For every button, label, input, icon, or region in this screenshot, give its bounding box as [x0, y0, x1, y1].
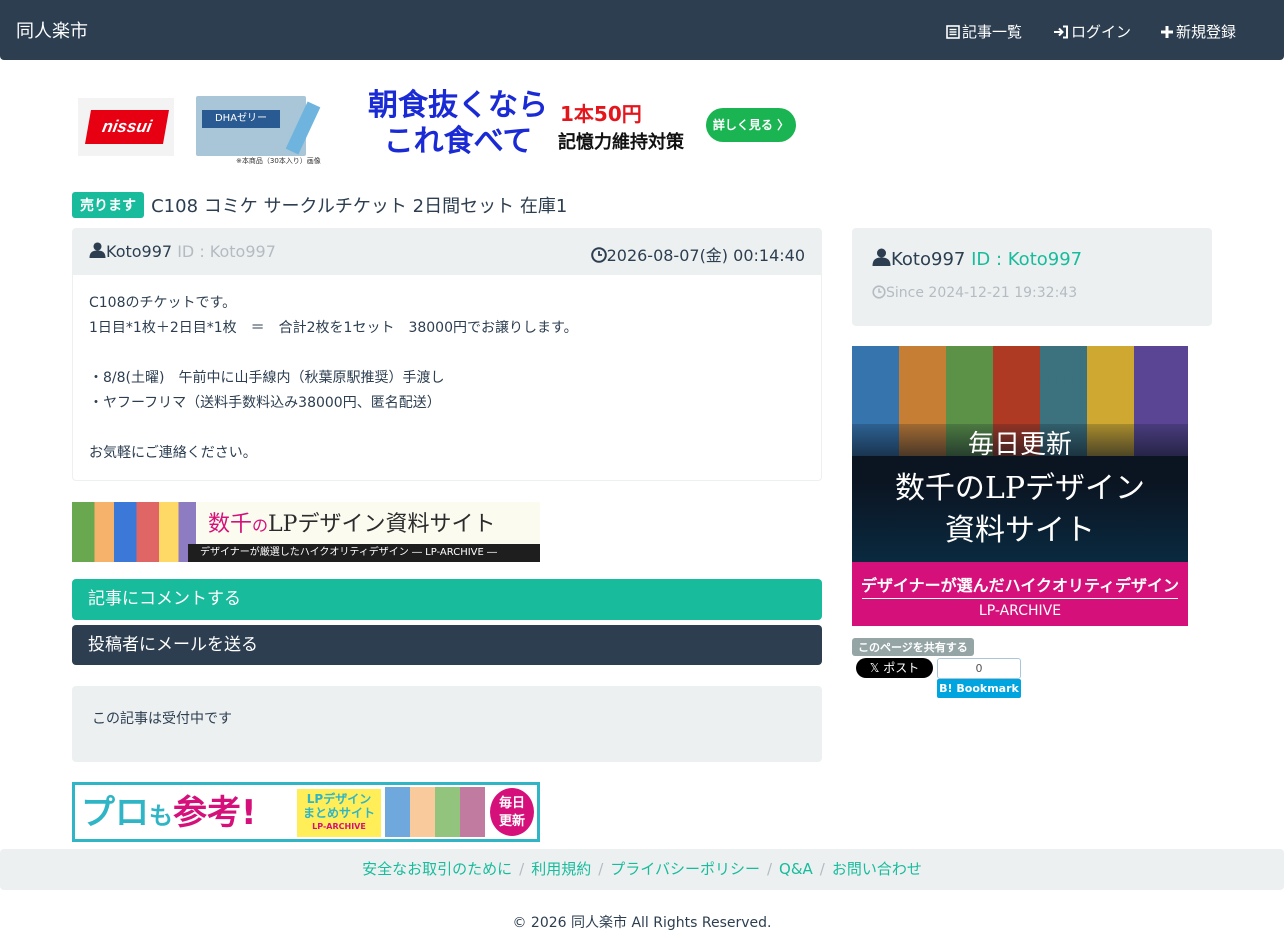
- nav-register-label: 新規登録: [1176, 23, 1237, 41]
- site-brand[interactable]: 同人楽市: [16, 17, 88, 43]
- sidebar-user-id: ID : Koto997: [971, 249, 1083, 270]
- nissui-logo-text: nissui: [85, 110, 169, 144]
- footer-links: 安全なお取引のために / 利用規約 / プライバシーポリシー / Q&A / お問い合わせ: [0, 849, 1284, 890]
- pro-banner-images: [385, 787, 485, 837]
- lp-title-rest: LPデザイン資料サイト: [268, 512, 496, 537]
- post-status: この記事は受付中です: [72, 686, 822, 762]
- sell-badge: 売ります: [72, 192, 144, 218]
- nav-register[interactable]: 新規登録: [1160, 21, 1236, 43]
- user-icon: [872, 248, 891, 270]
- navbar: 同人楽市 記事一覧 ログイン 新規登録: [0, 0, 1284, 60]
- sidebar-ad-line3: 資料サイト: [945, 513, 1095, 548]
- pro-reference-banner[interactable]: プロも参考! LPデザイン まとめサイト LP-ARCHIVE 毎日 更新: [72, 782, 540, 842]
- lp-banner-strip: デザイナーが厳選したハイクオリティデザイン ― LP-ARCHIVE ―: [188, 544, 540, 562]
- sidebar-user-name: Koto997: [891, 249, 966, 270]
- post-body-line: C108のチケットです。: [89, 295, 237, 311]
- post-body-line: お気軽にご連絡ください。: [89, 445, 257, 461]
- nav-login[interactable]: ログイン: [1053, 21, 1131, 43]
- footer-link-safe-trade[interactable]: 安全なお取引のために: [362, 860, 512, 878]
- daily-update-badge: 毎日 更新: [487, 785, 537, 839]
- user-icon: [89, 242, 106, 261]
- sidebar-since-text: Since 2024-12-21 19:32:43: [886, 285, 1078, 301]
- post-body-line: ・ヤフーフリマ（送料手数料込み38000円、匿名配送）: [89, 395, 441, 411]
- post-author[interactable]: Koto997 ID : Koto997: [89, 242, 276, 261]
- sidebar-ad-bottom1: デザイナーが選んだハイクオリティデザイン: [860, 576, 1180, 595]
- hatena-bookmark-button[interactable]: 0 B! Bookmark: [937, 658, 1021, 698]
- nav-article-list-label: 記事一覧: [962, 23, 1023, 41]
- clock-icon: [872, 285, 886, 301]
- ad-subline: 記憶力維持対策: [558, 132, 684, 153]
- post-title-row: 売ります C108 コミケ サークルチケット 2日間セット 在庫1: [72, 192, 567, 218]
- post-date: 2026-08-07(金) 00:14:40: [590, 242, 805, 266]
- footer-separator: /: [598, 860, 604, 878]
- pro-banner-headline: プロも参考!: [81, 785, 257, 834]
- x-post-button[interactable]: 𝕏 ポスト: [856, 658, 933, 678]
- pro-banner-tag: LPデザイン まとめサイト LP-ARCHIVE: [297, 789, 381, 837]
- hatena-count: 0: [937, 658, 1021, 679]
- sidebar-user[interactable]: Koto997 ID : Koto997: [872, 248, 1082, 270]
- plus-icon: [1160, 25, 1174, 43]
- post-body: C108のチケットです。 1日目*1枚＋2日目*1枚 ＝ 合計2枚を1セット 3…: [73, 275, 821, 482]
- pro-text: プロ: [81, 793, 149, 833]
- sidebar-ad-bottom2: LP-ARCHIVE: [978, 603, 1062, 619]
- lp-title-highlight: 数千: [208, 512, 253, 537]
- footer-link-privacy[interactable]: プライバシーポリシー: [610, 860, 760, 878]
- lp-archive-banner[interactable]: 数千のLPデザイン資料サイト デザイナーが厳選したハイクオリティデザイン ― L…: [72, 502, 540, 562]
- lp-thumbnails: [72, 502, 196, 562]
- footer-link-terms[interactable]: 利用規約: [531, 860, 591, 878]
- post-body-line: ・8/8(土曜) 午前中に山手線内（秋葉原駅推奨）手渡し: [89, 370, 445, 386]
- sidebar-ad-main: 数千のLPデザイン 資料サイト: [852, 468, 1188, 552]
- post-title: C108 コミケ サークルチケット 2日間セット 在庫1: [151, 196, 568, 217]
- top-ad-banner[interactable]: nissui DHAゼリー ※本商品（30本入り）画像 朝食抜くなら これ食べて…: [72, 88, 800, 165]
- sidebar-since: Since 2024-12-21 19:32:43: [872, 285, 1077, 301]
- copyright: © 2026 同人楽市 All Rights Reserved.: [512, 915, 772, 931]
- post-date-text: 2026-08-07(金) 00:14:40: [606, 246, 805, 265]
- pro-tag-sub: LP-ARCHIVE: [312, 822, 366, 831]
- post-author-name: Koto997: [106, 242, 173, 261]
- mail-author-button[interactable]: 投稿者にメールを送る: [72, 625, 822, 665]
- ad-note: ※本商品（30本入り）画像: [236, 157, 321, 165]
- footer-separator: /: [819, 860, 825, 878]
- product-stick: [285, 101, 321, 155]
- sidebar-ad-footer: デザイナーが選んだハイクオリティデザイン LP-ARCHIVE: [852, 562, 1188, 626]
- post-body-line: 1日目*1枚＋2日目*1枚 ＝ 合計2枚を1セット 38000円でお譲りします。: [89, 320, 578, 336]
- sidebar-ad-line2: 数千のLPデザイン: [894, 471, 1146, 506]
- ad-headline: 朝食抜くなら これ食べて: [368, 88, 548, 159]
- ad-detail-button[interactable]: 詳しく見る 〉: [706, 108, 796, 142]
- login-icon: [1053, 25, 1069, 43]
- post-panel-header: Koto997 ID : Koto997 2026-08-07(金) 00:14…: [73, 229, 821, 275]
- list-icon: [946, 25, 960, 43]
- hatena-label: B! Bookmark: [937, 679, 1021, 698]
- mo-text: も: [149, 802, 173, 830]
- circle-line1: 毎日: [498, 796, 525, 811]
- product-label: DHAゼリー: [202, 110, 280, 128]
- sidebar-ad-line1: 毎日更新: [967, 430, 1072, 460]
- footer-link-qa[interactable]: Q&A: [779, 860, 813, 878]
- lp-banner-title: 数千のLPデザイン資料サイト: [208, 506, 495, 538]
- sidebar-lp-ad[interactable]: 毎日更新 数千のLPデザイン 資料サイト デザイナーが選んだハイクオリティデザイ…: [852, 346, 1188, 626]
- nav-login-label: ログイン: [1071, 23, 1132, 41]
- footer-separator: /: [519, 860, 525, 878]
- pro-tag-line1: LPデザイン: [306, 792, 372, 806]
- post-body-line: [89, 416, 805, 441]
- pro-tag-line2: まとめサイト: [302, 806, 375, 820]
- sidebar-ad-divider: [862, 598, 1178, 599]
- sidebar-user-panel: Koto997 ID : Koto997 Since 2024-12-21 19…: [852, 228, 1212, 326]
- post-body-line: [89, 341, 805, 366]
- ad-price: 1本50円: [560, 102, 642, 126]
- share-label: このページを共有する: [852, 638, 974, 656]
- product-image: DHAゼリー: [196, 96, 321, 156]
- footer-separator: /: [766, 860, 773, 878]
- footer-link-contact[interactable]: お問い合わせ: [832, 860, 922, 878]
- nav-article-list[interactable]: 記事一覧: [946, 21, 1022, 43]
- post-panel: Koto997 ID : Koto997 2026-08-07(金) 00:14…: [72, 228, 822, 481]
- comment-button[interactable]: 記事にコメントする: [72, 579, 822, 620]
- post-author-id: ID : Koto997: [177, 242, 276, 261]
- circle-line2: 更新: [498, 814, 525, 829]
- sankou-text: 参考!: [173, 793, 257, 833]
- clock-icon: [590, 246, 607, 265]
- nissui-logo: nissui: [78, 98, 174, 156]
- lp-title-particle: の: [252, 516, 269, 535]
